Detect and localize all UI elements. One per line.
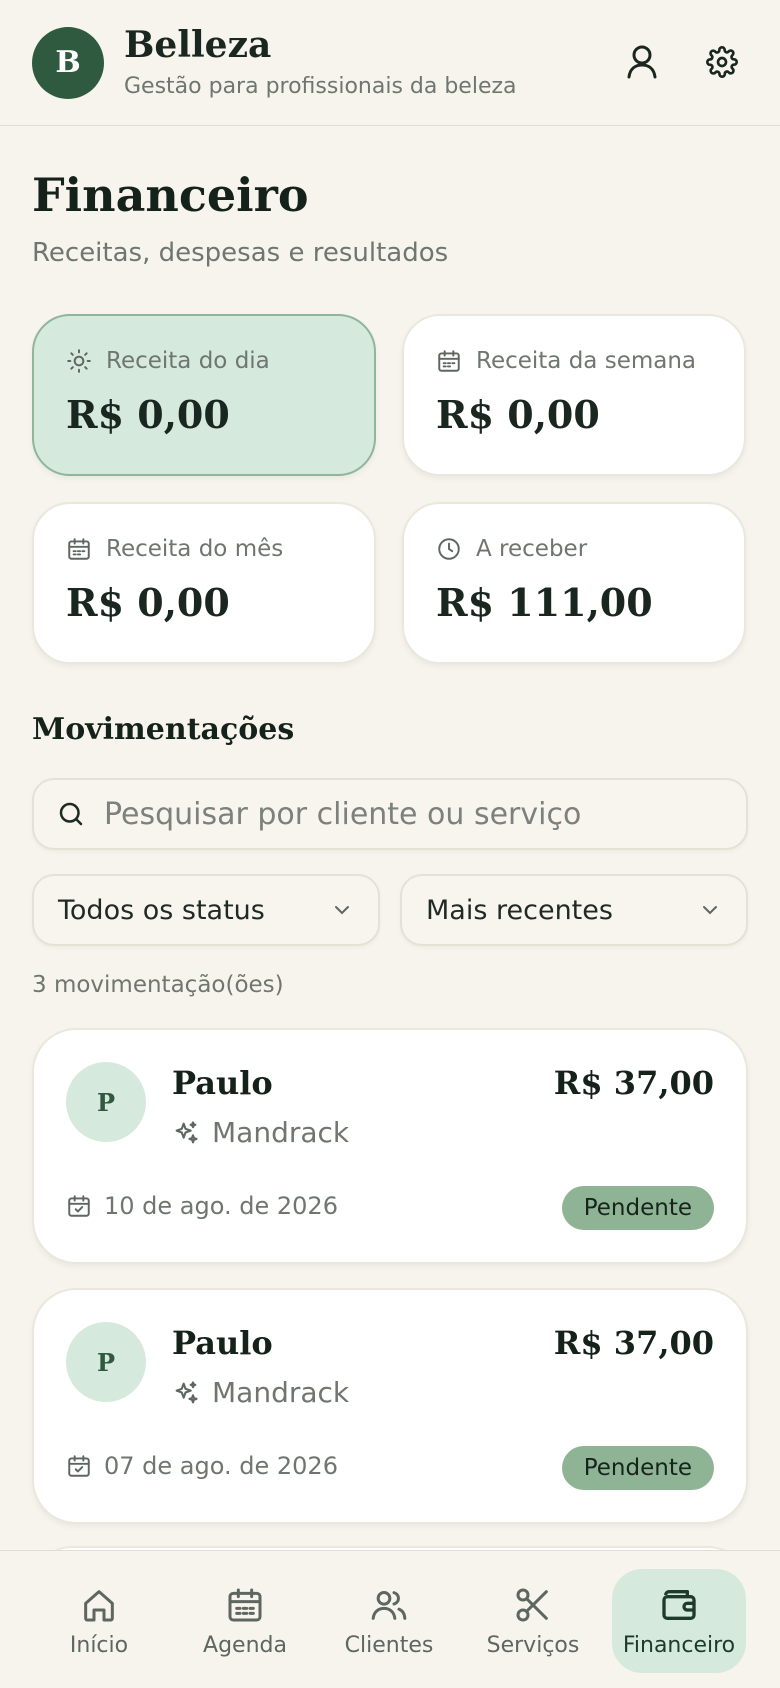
calendar-check-icon xyxy=(68,1195,90,1217)
app-logo: B xyxy=(32,26,104,99)
card-label: Receita do mês xyxy=(106,536,284,562)
home-icon xyxy=(84,1589,114,1621)
service-row: Mandrack xyxy=(172,1116,349,1149)
brand: Belleza Gestão para profissionais da bel… xyxy=(124,26,517,99)
clock-icon xyxy=(438,538,460,560)
gear-icon xyxy=(706,46,738,78)
nav-label: Financeiro xyxy=(622,1632,736,1658)
movements-title: Movimentações xyxy=(32,712,295,747)
card-value: R$ 111,00 xyxy=(436,580,653,625)
transaction-date: 10 de ago. de 2026 xyxy=(104,1192,338,1220)
client-name: Paulo xyxy=(172,1064,273,1102)
list-item[interactable]: P Paulo R$ 37,00 Mandrack 07 de ago. de … xyxy=(32,1288,748,1524)
status-filter-select[interactable]: Todos os status xyxy=(32,874,380,946)
nav-label: Início xyxy=(69,1632,129,1658)
nav-item-agenda[interactable]: Agenda xyxy=(178,1569,312,1673)
users-icon xyxy=(371,1590,407,1620)
chevron-down-icon xyxy=(703,906,717,915)
calendar-icon xyxy=(438,350,460,372)
calendar-icon xyxy=(68,538,90,560)
card-label-row: Receita da semana xyxy=(436,348,744,374)
search-box xyxy=(32,778,748,850)
profile-button[interactable] xyxy=(624,40,660,84)
status-badge: Pendente xyxy=(561,1186,714,1230)
app-header: B Belleza Gestão para profissionais da b… xyxy=(0,0,780,126)
service-name: Mandrack xyxy=(212,1116,350,1149)
sort-value: Mais recentes xyxy=(426,894,613,926)
bottom-nav: Início Agenda Clientes Serviços Financei… xyxy=(0,1550,780,1688)
amount: R$ 37,00 xyxy=(553,1324,714,1362)
nav-label: Agenda xyxy=(203,1632,287,1658)
card-value: R$ 0,00 xyxy=(66,392,230,437)
card-label: A receber xyxy=(476,536,588,562)
stat-card-daily-revenue[interactable]: Receita do dia R$ 0,00 xyxy=(32,314,376,476)
stat-card-weekly-revenue[interactable]: Receita da semana R$ 0,00 xyxy=(402,314,746,476)
avatar: P xyxy=(66,1322,146,1402)
list-item[interactable]: P Paulo R$ 37,00 Mandrack 10 de ago. de … xyxy=(32,1028,748,1264)
calendar-icon xyxy=(228,1588,262,1621)
sparkles-icon xyxy=(175,1380,198,1403)
card-label-row: Receita do dia xyxy=(66,348,374,374)
stat-card-receivable[interactable]: A receber R$ 111,00 xyxy=(402,502,746,664)
service-name: Mandrack xyxy=(212,1376,350,1409)
page-subtitle: Receitas, despesas e resultados xyxy=(32,238,449,268)
page-title: Financeiro xyxy=(32,168,309,222)
sun-icon xyxy=(67,349,91,373)
client-name: Paulo xyxy=(172,1324,273,1362)
nav-item-servicos[interactable]: Serviços xyxy=(466,1569,600,1673)
scissors-icon xyxy=(516,1588,548,1621)
nav-label: Clientes xyxy=(344,1632,434,1658)
sort-select[interactable]: Mais recentes xyxy=(400,874,748,946)
service-row: Mandrack xyxy=(172,1376,349,1409)
card-label-row: Receita do mês xyxy=(66,536,374,562)
header-actions xyxy=(624,40,740,84)
date-row: 10 de ago. de 2026 xyxy=(66,1192,338,1220)
movements-count: 3 movimentação(ões) xyxy=(32,972,284,998)
search-icon xyxy=(59,802,83,826)
nav-item-financeiro[interactable]: Financeiro xyxy=(612,1569,746,1673)
card-label-row: A receber xyxy=(436,536,744,562)
date-row: 07 de ago. de 2026 xyxy=(66,1452,338,1480)
nav-item-clientes[interactable]: Clientes xyxy=(322,1569,456,1673)
sparkles-icon xyxy=(175,1120,198,1143)
transaction-date: 07 de ago. de 2026 xyxy=(104,1452,338,1480)
user-icon xyxy=(627,45,657,79)
avatar: P xyxy=(66,1062,146,1142)
wallet-icon xyxy=(662,1589,696,1620)
calendar-check-icon xyxy=(68,1455,90,1477)
card-label: Receita do dia xyxy=(106,348,270,374)
search-input[interactable] xyxy=(104,796,724,832)
stat-card-monthly-revenue[interactable]: Receita do mês R$ 0,00 xyxy=(32,502,376,664)
status-badge: Pendente xyxy=(561,1446,714,1490)
amount: R$ 37,00 xyxy=(553,1064,714,1102)
status-filter-value: Todos os status xyxy=(58,894,265,926)
card-value: R$ 0,00 xyxy=(66,580,230,625)
chevron-down-icon xyxy=(335,906,349,915)
app-name: Belleza xyxy=(124,24,272,67)
app-subtitle: Gestão para profissionais da beleza xyxy=(124,73,517,99)
nav-label: Serviços xyxy=(486,1632,580,1658)
card-value: R$ 0,00 xyxy=(436,392,600,437)
nav-item-inicio[interactable]: Início xyxy=(32,1569,166,1673)
card-label: Receita da semana xyxy=(476,348,697,374)
settings-button[interactable] xyxy=(704,40,740,84)
